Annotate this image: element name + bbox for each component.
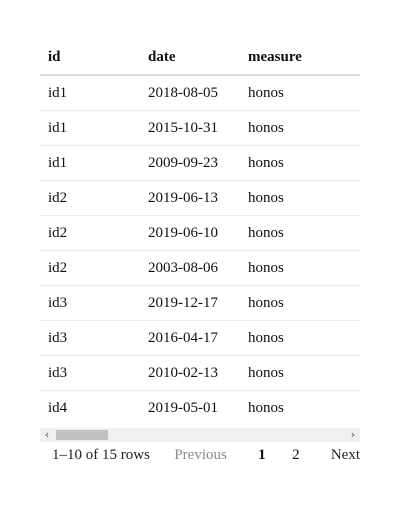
table-footer: 1–10 of 15 rows Previous 1 2 Next — [40, 444, 360, 468]
cell-id: id3 — [40, 320, 140, 356]
cell-id: id2 — [40, 180, 140, 216]
table-row: id2 2003-08-06 honos — [40, 250, 360, 286]
page-button-1[interactable]: 1 — [249, 447, 275, 464]
cell-date: 2010-02-13 — [140, 355, 240, 391]
table-row: id3 2019-12-17 honos — [40, 285, 360, 321]
cell-date: 2009-09-23 — [140, 145, 240, 181]
cell-measure: honos — [240, 215, 360, 251]
table-row: id3 2016-04-17 honos — [40, 320, 360, 356]
cell-date: 2003-08-06 — [140, 250, 240, 286]
table-row: id1 2018-08-05 honos — [40, 75, 360, 111]
table-row: id2 2019-06-10 honos — [40, 215, 360, 251]
cell-id: id1 — [40, 75, 140, 111]
rows-info: 1–10 of 15 rows — [52, 447, 150, 463]
cell-id: id4 — [48, 399, 68, 416]
cell-date: 2015-10-31 — [140, 110, 240, 146]
cell-measure: honos — [240, 75, 360, 111]
scrollbar-thumb[interactable] — [56, 430, 108, 440]
cell-id: id3 — [40, 285, 140, 321]
cell-measure: honos — [240, 110, 360, 146]
cell-date: 2016-04-17 — [140, 320, 240, 356]
table-row: id4 2019-05-01 honos — [40, 391, 360, 426]
table-row: id2 2019-06-13 honos — [40, 180, 360, 216]
next-button[interactable]: Next — [331, 447, 360, 464]
cell-id: id3 — [40, 355, 140, 391]
cell-id: id2 — [40, 250, 140, 286]
column-header-date[interactable]: date — [140, 40, 240, 76]
cell-measure: honos — [248, 399, 284, 416]
column-header-measure[interactable]: measure — [240, 40, 360, 76]
data-table-widget: id date measure id1 2018-08-05 honos id1 201… — [40, 40, 360, 468]
cell-date: 2019-06-10 — [140, 215, 240, 251]
cell-id: id2 — [40, 215, 140, 251]
chevron-right-icon[interactable]: › — [346, 428, 360, 442]
table-row: id1 2009-09-23 honos — [40, 145, 360, 181]
header-row: id date measure — [40, 40, 360, 76]
pagination: Previous 1 2 Next — [174, 447, 360, 464]
cell-measure: honos — [240, 285, 360, 321]
page-button-2[interactable]: 2 — [283, 447, 309, 464]
table-row: id3 2010-02-13 honos — [40, 355, 360, 391]
data-table: id date measure id1 2018-08-05 honos id1 201… — [40, 40, 360, 425]
cell-date: 2019-12-17 — [140, 285, 240, 321]
cell-measure: honos — [240, 180, 360, 216]
cell-id: id1 — [40, 145, 140, 181]
table-row: id1 2015-10-31 honos — [40, 110, 360, 146]
table-viewport: id date measure id1 2018-08-05 honos id1 201… — [40, 40, 360, 425]
cell-date: 2018-08-05 — [140, 75, 240, 111]
cell-measure: honos — [240, 145, 360, 181]
cell-measure: honos — [240, 320, 360, 356]
cell-date: 2019-06-13 — [140, 180, 240, 216]
column-header-id[interactable]: id — [40, 40, 140, 76]
cell-measure: honos — [240, 355, 360, 391]
chevron-left-icon[interactable]: ‹ — [40, 428, 54, 442]
table-body: id1 2018-08-05 honos id1 2015-10-31 honos id1 2… — [40, 75, 360, 425]
cell-measure: honos — [240, 250, 360, 286]
horizontal-scrollbar[interactable]: ‹ › — [40, 428, 360, 442]
cell-id: id1 — [40, 110, 140, 146]
cell-date: 2019-05-01 — [148, 399, 218, 416]
previous-button[interactable]: Previous — [174, 447, 227, 464]
